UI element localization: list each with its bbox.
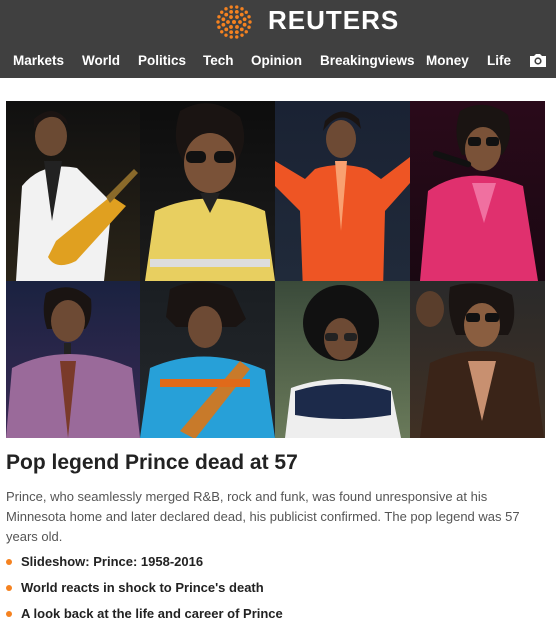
photo-prince-purple-mic[interactable]	[6, 281, 140, 438]
nav-item-life[interactable]: Life	[487, 53, 511, 68]
reuters-logo-icon[interactable]	[212, 2, 256, 42]
prince-figure	[420, 104, 538, 281]
prince-figure	[140, 282, 275, 438]
camera-icon[interactable]	[529, 52, 547, 68]
prince-figure	[6, 287, 140, 438]
bullet-icon	[6, 585, 12, 591]
photo-collage[interactable]	[6, 101, 545, 438]
prince-figure	[275, 111, 410, 281]
brand: REUTERS	[0, 0, 556, 42]
nav-item-politics[interactable]: Politics	[138, 53, 186, 68]
related-link-look-back[interactable]: A look back at the life and career of Pr…	[21, 606, 283, 621]
photo-prince-sunglasses-fur[interactable]	[410, 281, 545, 438]
story-headline[interactable]: Pop legend Prince dead at 57	[6, 451, 298, 475]
brand-name[interactable]: REUTERS	[268, 5, 399, 36]
photo-prince-pink-mic[interactable]	[410, 101, 545, 281]
list-item: World reacts in shock to Prince's death	[6, 580, 546, 606]
masthead: REUTERS Markets World Politics Tech Opin…	[0, 0, 556, 78]
main-nav: Markets World Politics Tech Opinion Brea…	[0, 44, 556, 78]
nav-item-breakingviews[interactable]: Breakingviews	[320, 53, 415, 68]
nav-item-tech[interactable]: Tech	[203, 53, 234, 68]
prince-figure	[145, 103, 275, 281]
list-item: Slideshow: Prince: 1958-2016	[6, 554, 546, 580]
photo-prince-guitar-white[interactable]	[6, 101, 140, 281]
bullet-icon	[6, 559, 12, 565]
prince-figure	[285, 285, 401, 438]
photo-prince-sunglasses-yellow[interactable]	[140, 101, 275, 281]
photo-prince-afro[interactable]	[275, 281, 410, 438]
list-item: A look back at the life and career of Pr…	[6, 606, 546, 632]
nav-item-markets[interactable]: Markets	[13, 53, 64, 68]
related-link-slideshow[interactable]: Slideshow: Prince: 1958-2016	[21, 554, 203, 569]
photo-prince-orange-suit[interactable]	[275, 101, 410, 281]
prince-figure	[16, 111, 138, 281]
nav-item-world[interactable]: World	[82, 53, 120, 68]
photo-prince-blue-guitar[interactable]	[140, 281, 275, 438]
related-links: Slideshow: Prince: 1958-2016 World react…	[6, 554, 546, 632]
related-link-world-reacts[interactable]: World reacts in shock to Prince's death	[21, 580, 264, 595]
nav-item-money[interactable]: Money	[426, 53, 469, 68]
nav-item-opinion[interactable]: Opinion	[251, 53, 302, 68]
bullet-icon	[6, 611, 12, 617]
story-summary: Prince, who seamlessly merged R&B, rock …	[6, 489, 520, 544]
prince-figure	[416, 283, 544, 438]
